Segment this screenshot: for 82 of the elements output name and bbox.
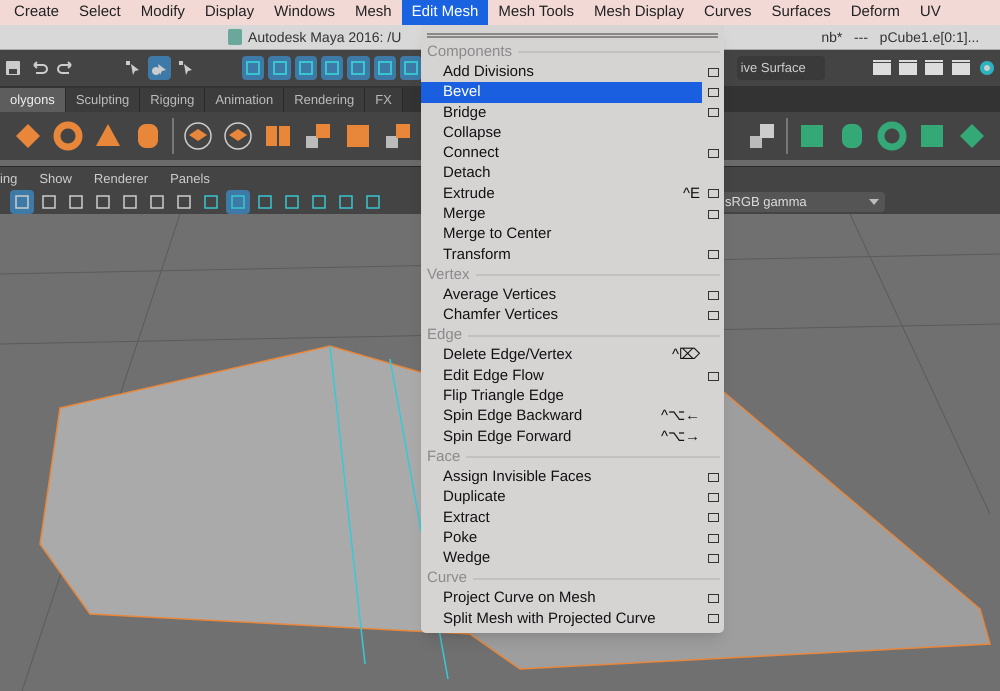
option-box[interactable]	[708, 513, 719, 522]
menu-bar-item[interactable]: Select	[69, 0, 131, 25]
menu-section-header: Components	[427, 42, 512, 62]
shelf-tab[interactable]: Rendering	[284, 88, 366, 112]
menu-bar-item[interactable]: Mesh	[344, 0, 402, 25]
menu-bar-item[interactable]: Curves	[694, 0, 762, 25]
panel-menu-item[interactable]: Show	[39, 168, 72, 188]
panel-menu-item[interactable]: Panels	[170, 168, 210, 188]
menu-item[interactable]: Project Curve on Mesh	[421, 588, 702, 609]
option-box[interactable]	[708, 68, 719, 77]
menu-item[interactable]: Extract	[421, 508, 702, 528]
caret-icon	[869, 199, 879, 205]
menu-item[interactable]: Assign Invisible Faces	[421, 467, 702, 488]
menu-section-header: Vertex	[427, 264, 470, 285]
menu-item[interactable]: Chamfer Vertices	[421, 305, 702, 326]
shelf-tab[interactable]: olygons	[0, 88, 66, 112]
option-box[interactable]	[708, 492, 719, 502]
panel-menu-item[interactable]: Renderer	[94, 168, 148, 188]
menu-item[interactable]: Extrude ^E	[421, 184, 702, 204]
torus-icon[interactable]	[52, 120, 84, 152]
menu-item[interactable]: Detach	[421, 163, 702, 184]
menu-item[interactable]: Bevel	[421, 82, 702, 103]
menu-item[interactable]: Wedge	[421, 548, 702, 569]
menu-bar-item[interactable]: Mesh Tools	[488, 0, 584, 25]
option-box[interactable]	[708, 594, 719, 604]
option-box[interactable]	[708, 210, 719, 219]
menu-item[interactable]: Duplicate	[421, 487, 702, 508]
menu-bar-item[interactable]: Display	[194, 0, 264, 25]
menu-bar-item[interactable]: Surfaces	[762, 0, 841, 25]
option-box[interactable]	[708, 472, 719, 482]
menu-item[interactable]: Average Vertices	[421, 284, 702, 306]
option-box[interactable]	[708, 534, 719, 543]
shelf-tab[interactable]: Sculpting	[66, 88, 140, 112]
option-box[interactable]	[708, 88, 719, 97]
menu-bar-item[interactable]: UV	[910, 0, 951, 25]
option-box[interactable]	[708, 108, 719, 118]
menu-item[interactable]: Add Divisions	[421, 62, 702, 82]
menu-bar-item[interactable]: Deform	[840, 0, 910, 25]
shortcut-label: ^E	[682, 184, 700, 204]
menu-item[interactable]: Delete Edge/Vertex ^⌦	[421, 346, 702, 366]
shortcut-label: ^⌦	[672, 345, 700, 366]
shelf-tab[interactable]: Rigging	[140, 88, 206, 112]
option-box[interactable]	[708, 310, 719, 320]
shortcut-label: ^⌥→	[660, 426, 700, 447]
option-box[interactable]	[708, 554, 719, 563]
separate-icon[interactable]	[222, 120, 254, 152]
menu-bar-item[interactable]: Create	[4, 0, 70, 25]
menu-item[interactable]: Connect	[421, 143, 702, 164]
menu-item[interactable]: Merge to Center	[421, 224, 702, 245]
menu-item[interactable]: Transform	[421, 244, 702, 265]
option-box[interactable]	[708, 614, 719, 624]
menu-item[interactable]: Split Mesh with Projected Curve	[421, 608, 702, 630]
menu-item[interactable]: Spin Edge Forward ^⌥→	[421, 426, 702, 448]
shortcut-label: ^⌥←	[660, 406, 700, 426]
menu-bar-item[interactable]: Windows	[264, 0, 345, 25]
option-box[interactable]	[708, 372, 719, 380]
option-box[interactable]	[708, 189, 719, 198]
option-box[interactable]	[708, 148, 719, 158]
menu-section-header: Edge	[427, 325, 462, 346]
menu-item[interactable]: Collapse	[421, 122, 702, 144]
menu-bar-item[interactable]: Edit Mesh	[402, 0, 488, 25]
menu-section-header: Curve	[427, 568, 468, 588]
menu-item[interactable]: Bridge	[421, 102, 702, 123]
menu-item[interactable]: Merge	[421, 204, 702, 224]
shelf-tab[interactable]: FX	[365, 88, 403, 112]
menu-bar-item[interactable]: Mesh Display	[584, 0, 694, 25]
select-tool-icon[interactable]	[148, 56, 171, 80]
option-box[interactable]	[708, 290, 719, 300]
file-icon	[228, 29, 242, 45]
shelf-tab[interactable]: Animation	[205, 88, 284, 112]
menu-bar-item[interactable]: Modify	[130, 0, 195, 25]
option-box[interactable]	[708, 250, 719, 260]
window-title: Autodesk Maya 2016: /U	[248, 28, 402, 47]
window-title: nb* --- pCube1.e[0:1]...	[821, 28, 980, 47]
combine-icon[interactable]	[182, 120, 214, 152]
menu-item[interactable]: Poke	[421, 528, 702, 548]
panel-menu-item[interactable]: ing	[0, 168, 18, 188]
menu-section-header: Face	[427, 446, 460, 467]
menu-item[interactable]: Edit Edge Flow	[421, 366, 702, 386]
menu-item[interactable]: Flip Triangle Edge	[421, 386, 702, 406]
menu-item[interactable]: Spin Edge Backward ^⌥←	[421, 406, 702, 427]
live-surface-field[interactable]: ive Surface	[736, 56, 826, 80]
